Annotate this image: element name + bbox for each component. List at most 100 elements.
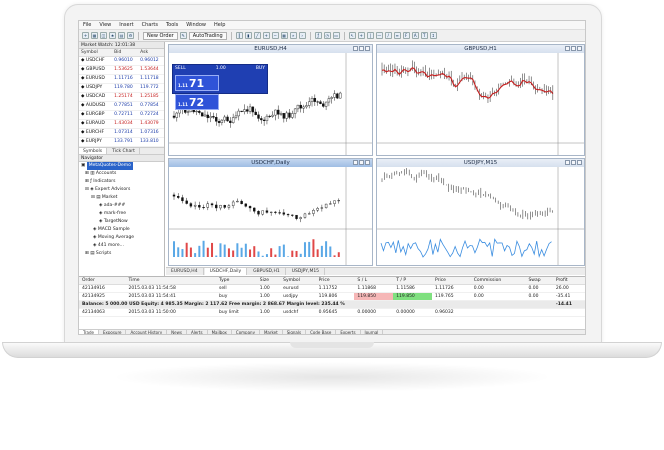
fibonacci-icon[interactable]: F (402, 32, 410, 39)
chart-tab-gbpusd[interactable]: GBPUSD,H1 (248, 268, 286, 275)
autoscroll-icon[interactable]: » (289, 32, 297, 39)
pending-order-row[interactable]: 42134063 2015.03.03 11:50:00 buy limit 1.00… (79, 308, 585, 317)
tree-item-indicators[interactable]: ⊞ ƒ Indicators (79, 178, 164, 186)
line-chart-icon[interactable]: ╱ (253, 32, 261, 39)
chart-title-bar[interactable]: GBPUSD,H1 (377, 45, 584, 53)
market-watch-icon[interactable]: ◫ (100, 32, 107, 39)
zoom-in-icon[interactable]: + (262, 32, 270, 39)
zoom-out-icon[interactable]: − (271, 32, 279, 39)
menu-charts[interactable]: Charts (142, 21, 158, 29)
chart-title-bar[interactable]: USDJPY,M15 (377, 159, 584, 167)
column-header-bid[interactable]: Bid (112, 49, 139, 57)
tree-item-accounts[interactable]: ⊞ ▥ Accounts (79, 170, 164, 178)
close-icon[interactable] (577, 46, 582, 51)
candle-chart-icon[interactable]: ▮ (244, 32, 252, 39)
table-row[interactable]: ◆ USDJPY 119.780 119.772 (79, 83, 164, 93)
tile-windows-icon[interactable]: ▦ (280, 32, 288, 39)
menu-insert[interactable]: Insert (119, 21, 133, 29)
table-row[interactable]: ◆ EURAUD 1.43034 1.43079 (79, 119, 164, 129)
tree-item-scripts[interactable]: ⊞ ▤ Scripts (79, 250, 164, 258)
terminal-tab[interactable]: Exposure (99, 330, 127, 334)
periods-icon[interactable]: ◷ (323, 32, 331, 39)
minimize-icon[interactable] (353, 46, 358, 51)
column-header[interactable]: Commission (470, 277, 526, 285)
menu-file[interactable]: File (83, 21, 91, 29)
order-row[interactable]: 42134925 2015.03.03 11:54:41 buy 1.00 usdjpy… (79, 292, 585, 301)
indicators-icon[interactable]: ƒ (314, 32, 322, 39)
menu-help[interactable]: Help (214, 21, 225, 29)
tree-item-experts[interactable]: ⊟ ◈ Expert Advisors (79, 186, 164, 194)
table-row[interactable]: ◆ USDCAD 1.25174 1.25185 (79, 92, 164, 102)
strategy-tester-icon[interactable]: ⚙ (127, 32, 134, 39)
chart-tab-usdjpy[interactable]: USDJPY,M15 (287, 268, 326, 275)
table-row[interactable]: ◆ EURCHF 1.07314 1.07316 (79, 128, 164, 138)
tree-item-ea-3[interactable]: ◈ TargetNow (79, 218, 164, 226)
terminal-tab[interactable]: Mailbox (208, 330, 232, 334)
column-header[interactable]: Order (79, 277, 126, 285)
terminal-tab[interactable]: Journal (361, 330, 384, 334)
tree-item-market[interactable]: ⊟ ▤ Market (79, 194, 164, 202)
maximize-icon[interactable] (571, 46, 576, 51)
label-icon[interactable]: T (420, 32, 428, 39)
channel-icon[interactable]: ≡ (393, 32, 401, 39)
chart-tab-usdchf[interactable]: USDCHF,Daily (204, 268, 248, 275)
chart-window-gbpusd[interactable]: GBPUSD,H1 (376, 44, 585, 156)
menu-tools[interactable]: Tools (166, 21, 178, 29)
chart-window-eurusd[interactable]: EURUSD,H4 SELL 1.00 BUY 1.11 71 1.11 72 (168, 44, 373, 156)
bar-chart-icon[interactable]: ┃ (235, 32, 243, 39)
column-header[interactable]: Type (216, 277, 257, 285)
maximize-icon[interactable] (359, 46, 364, 51)
terminal-tab[interactable]: Alerts (187, 330, 208, 334)
chart-window-usdchf[interactable]: USDCHF,Daily (168, 158, 373, 266)
menu-view[interactable]: View (99, 21, 111, 29)
tab-symbols[interactable]: Symbols (79, 147, 108, 154)
tree-item-ea-2[interactable]: ◈ mark-free (79, 210, 164, 218)
autotrading-button[interactable]: AutoTrading (188, 31, 227, 40)
terminal-icon[interactable]: ▤ (118, 32, 125, 39)
new-order-button[interactable]: New Order (143, 31, 178, 40)
order-row[interactable]: 42134916 2015.03.03 11:54:58 sell 1.00 eurus… (79, 284, 585, 293)
terminal-tab[interactable]: Signals (283, 330, 307, 334)
cursor-icon[interactable]: ↖ (348, 32, 356, 39)
column-header[interactable]: S / L (354, 277, 394, 285)
terminal-tab[interactable]: Company (232, 330, 260, 334)
chart-shift-icon[interactable]: › (298, 32, 306, 39)
column-header[interactable]: T / P (393, 277, 432, 285)
column-header[interactable]: Size (256, 277, 281, 285)
tree-item-more[interactable]: ◈ 441 more... (79, 242, 164, 250)
column-header[interactable]: Time (125, 277, 217, 285)
column-header-ask[interactable]: Ask (138, 49, 164, 57)
chart-title-bar[interactable]: USDCHF,Daily (169, 159, 372, 167)
vertical-line-icon[interactable]: | (366, 32, 374, 39)
chart-tab-eurusd[interactable]: EURUSD,H4 (166, 268, 204, 275)
column-header[interactable]: Profit (552, 277, 585, 285)
arrows-icon[interactable]: ↕ (429, 32, 437, 39)
terminal-tab[interactable]: Code Base (306, 330, 337, 334)
column-header-symbol[interactable]: Symbol (79, 49, 113, 57)
tree-item-root[interactable]: ▣ MetaQuotes-Demo (79, 161, 164, 170)
close-icon[interactable] (577, 160, 582, 165)
minimize-icon[interactable] (565, 46, 570, 51)
terminal-tab[interactable]: Account History (126, 330, 168, 334)
profiles-icon[interactable]: ▦ (91, 32, 98, 39)
tree-item-ma[interactable]: ◈ Moving Average (79, 234, 164, 242)
terminal-tab[interactable]: Market (260, 330, 283, 334)
trendline-icon[interactable]: / (384, 32, 392, 39)
text-icon[interactable]: A (411, 32, 419, 39)
metaeditor-icon[interactable]: ✎ (179, 32, 187, 39)
chart-window-usdjpy[interactable]: USDJPY,M15 (376, 158, 585, 266)
table-row[interactable]: ◆ GBPUSD 1.53625 1.53644 (79, 65, 164, 75)
sell-button[interactable]: 1.11 71 (175, 75, 219, 91)
navigator-icon[interactable]: ★ (109, 32, 116, 39)
menu-window[interactable]: Window (186, 21, 206, 29)
minimize-icon[interactable] (565, 160, 570, 165)
buy-button[interactable]: 1.11 72 (175, 94, 219, 110)
terminal-tab[interactable]: News (167, 330, 187, 334)
table-row[interactable]: ◆ USDCHF 0.96010 0.96012 (79, 56, 164, 66)
new-chart-icon[interactable]: + (82, 32, 89, 39)
terminal-tab[interactable]: Experts (336, 330, 361, 334)
table-row[interactable]: ◆ AUDUSD 0.77851 0.77854 (79, 101, 164, 111)
tab-tick-chart[interactable]: Tick Chart (108, 147, 140, 154)
table-row[interactable]: ◆ EURGBP 0.72711 0.72724 (79, 110, 164, 120)
tree-item-macd[interactable]: ◈ MACD Sample (79, 226, 164, 234)
